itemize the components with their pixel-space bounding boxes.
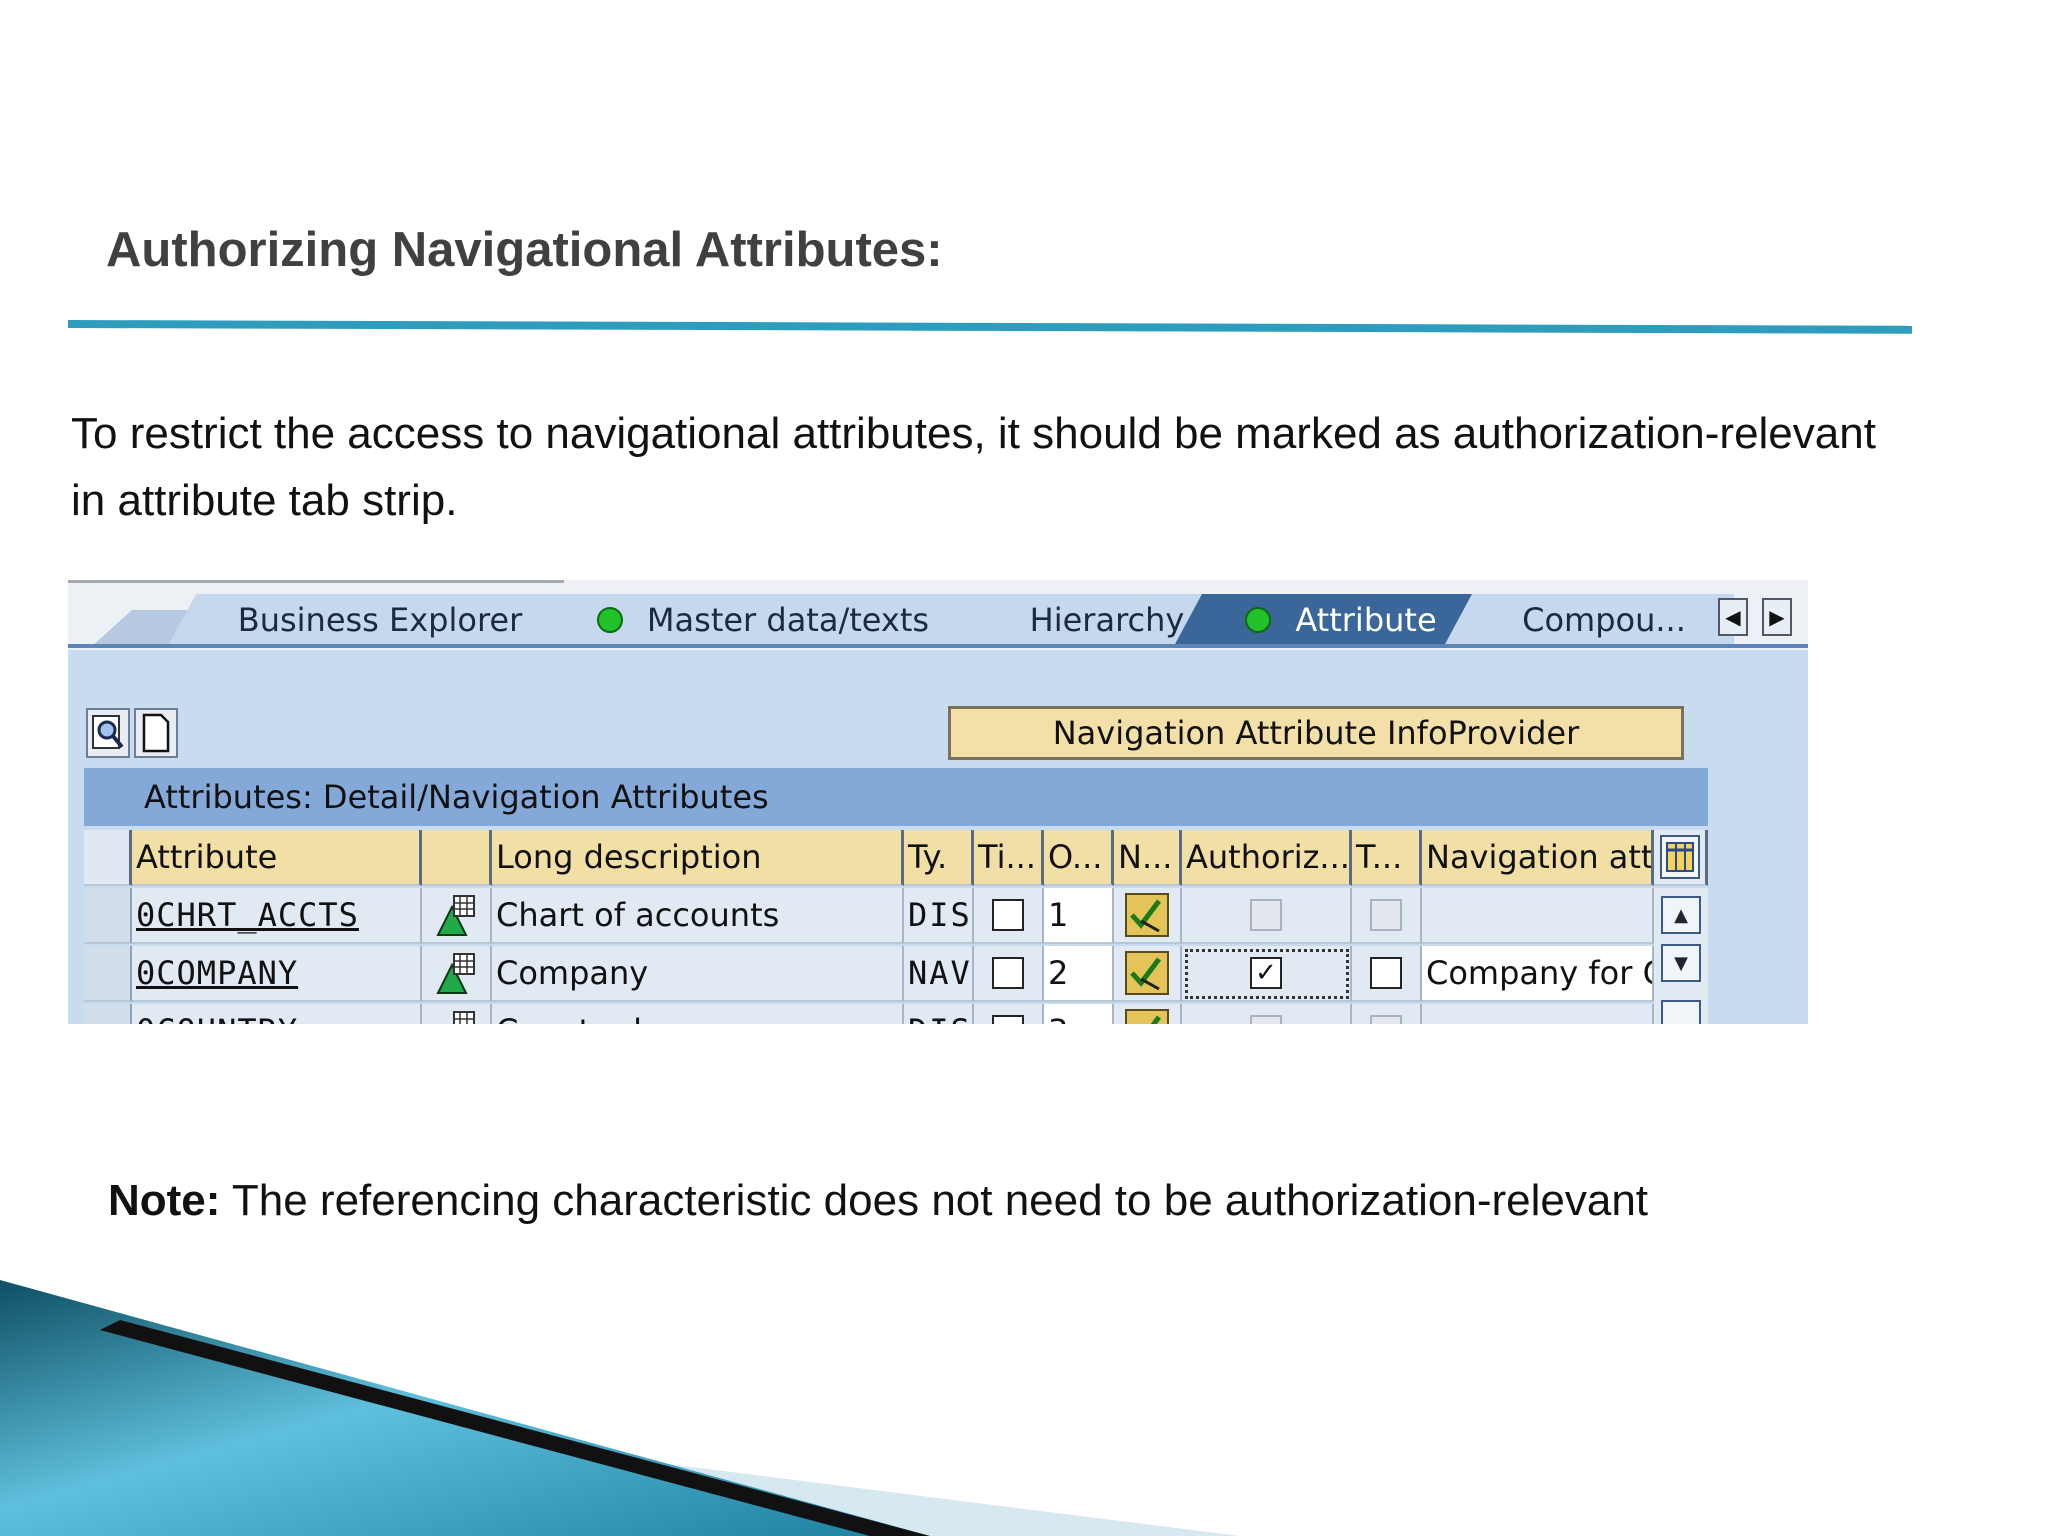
order-field[interactable]: 3 <box>1044 1004 1114 1024</box>
authorization-cell: ✓ <box>1182 946 1352 1002</box>
time-dependent-cell <box>974 888 1044 944</box>
attribute-type: DIS <box>904 888 974 944</box>
title-underline <box>67 320 1913 334</box>
texts-checkbox[interactable] <box>1370 1015 1402 1024</box>
scroll-down-icon[interactable]: ▼ <box>1661 944 1701 982</box>
table-row: 0COMPANY Company NAV 2 ✓ Company for C <box>84 946 1708 1002</box>
texts-checkbox[interactable] <box>1370 957 1402 989</box>
tab-label: Attribute <box>1295 601 1437 639</box>
note-text: The referencing characteristic does not … <box>220 1176 1649 1225</box>
order-field[interactable]: 1 <box>1044 888 1114 944</box>
authorization-cell <box>1182 888 1352 944</box>
column-header-long-description[interactable]: Long description <box>492 830 904 886</box>
table-title-bar: Attributes: Detail/Navigation Attributes <box>84 768 1708 826</box>
status-green-icon <box>596 607 623 633</box>
tab-label: Business Explorer <box>237 601 523 639</box>
table-scrollbar[interactable]: ▲ ▼ <box>1654 888 1708 1024</box>
scroll-up-icon[interactable]: ▲ <box>1661 896 1701 934</box>
authorization-checkbox[interactable] <box>1250 899 1282 931</box>
texts-cell <box>1352 1004 1422 1024</box>
table-row: 0CHRT_ACCTS Chart of accounts DIS 1 <box>84 888 1708 944</box>
row-selector[interactable] <box>84 888 132 944</box>
select-all-cell[interactable] <box>84 830 132 886</box>
long-description: Chart of accounts <box>492 888 904 944</box>
tab-strip-baseline <box>68 644 1808 648</box>
column-header-order[interactable]: O... <box>1044 830 1114 886</box>
tab-label: Master data/texts <box>646 601 930 639</box>
long-description: Company <box>492 946 904 1002</box>
column-header-attribute[interactable]: Attribute <box>132 830 422 886</box>
table-title: Attributes: Detail/Navigation Attributes <box>144 778 769 816</box>
texts-cell <box>1352 946 1422 1002</box>
navigation-cell <box>1114 1004 1182 1024</box>
note-paragraph: Note: The referencing characteristic doe… <box>108 1176 1648 1226</box>
time-dependent-checkbox[interactable] <box>992 899 1024 931</box>
column-settings-icon[interactable] <box>1659 835 1700 879</box>
time-dependent-checkbox[interactable] <box>992 957 1024 989</box>
attribute-link[interactable]: 0COUNTRY <box>132 1004 422 1024</box>
navigation-attribute-infoprovider-button[interactable]: Navigation Attribute InfoProvider <box>948 706 1684 760</box>
navigation-toggle-icon[interactable] <box>1125 951 1169 995</box>
column-header-time-dependent[interactable]: Ti... <box>974 830 1044 886</box>
navigation-toggle-icon[interactable] <box>1125 893 1169 937</box>
navigation-cell <box>1114 888 1182 944</box>
column-header-navigation-attribute[interactable]: Navigation att. <box>1422 830 1654 886</box>
table-row: 0COUNTRY Country key DIS 3 <box>84 1004 1708 1024</box>
time-dependent-checkbox[interactable] <box>992 1015 1024 1024</box>
authorization-checkbox[interactable]: ✓ <box>1250 957 1282 989</box>
navigation-attribute-text[interactable] <box>1422 888 1654 944</box>
navigation-cell <box>1114 946 1182 1002</box>
note-label: Note: <box>108 1176 221 1225</box>
blank-document-icon[interactable] <box>134 708 178 758</box>
tab-label: Hierarchy <box>1029 601 1185 639</box>
slide-title: Authorizing Navigational Attributes: <box>106 223 943 277</box>
characteristic-icon[interactable] <box>422 888 492 944</box>
authorization-checkbox[interactable] <box>1250 1015 1282 1024</box>
attribute-link[interactable]: 0CHRT_ACCTS <box>132 888 422 944</box>
characteristic-icon[interactable] <box>422 946 492 1002</box>
row-selector[interactable] <box>84 946 132 1002</box>
detail-view-icon[interactable] <box>86 708 130 758</box>
tab-master-data-texts[interactable]: Master data/texts <box>528 594 998 646</box>
time-dependent-cell <box>974 1004 1044 1024</box>
navigation-attribute-text[interactable]: Company for C <box>1422 946 1654 1002</box>
order-field[interactable]: 2 <box>1044 946 1114 1002</box>
attribute-type: DIS <box>904 1004 974 1024</box>
time-dependent-cell <box>974 946 1044 1002</box>
column-header-navigation[interactable]: N... <box>1114 830 1182 886</box>
decorative-corner-wedge <box>0 1280 1240 1536</box>
authorization-cell <box>1182 1004 1352 1024</box>
body-paragraph: To restrict the access to navigational a… <box>71 409 1876 525</box>
column-header-authorization[interactable]: Authoriz... <box>1182 830 1352 886</box>
tab-compounding[interactable]: Compou... <box>1444 594 1734 646</box>
long-description: Country key <box>492 1004 904 1024</box>
texts-cell <box>1352 888 1422 944</box>
texts-checkbox[interactable] <box>1370 899 1402 931</box>
attribute-link[interactable]: 0COMPANY <box>132 946 422 1002</box>
table-header-row: Attribute Long description Ty. Ti... O..… <box>84 830 1708 886</box>
tab-business-explorer[interactable]: Business Explorer <box>168 594 592 646</box>
tab-strip: Business Explorer Master data/texts Hier… <box>68 580 1808 650</box>
column-header-type[interactable]: Ty. <box>904 830 974 886</box>
tab-scroll-right-icon[interactable]: ▶ <box>1762 598 1792 636</box>
column-header-texts[interactable]: T... <box>1352 830 1422 886</box>
attribute-type: NAV <box>904 946 974 1002</box>
scroll-track[interactable] <box>1661 1000 1701 1024</box>
sap-attribute-screen: Business Explorer Master data/texts Hier… <box>68 580 1808 1024</box>
column-settings-cell <box>1654 830 1708 886</box>
column-header-icon[interactable] <box>422 830 492 886</box>
tab-scroll-left-icon[interactable]: ◀ <box>1718 598 1748 636</box>
characteristic-icon[interactable] <box>422 1004 492 1024</box>
row-selector[interactable] <box>84 1004 132 1024</box>
tab-strip-top-line <box>68 580 564 583</box>
tab-label: Compou... <box>1522 601 1686 639</box>
navigation-toggle-icon[interactable] <box>1125 1009 1169 1024</box>
status-green-icon <box>1245 607 1272 633</box>
navigation-attribute-text[interactable] <box>1422 1004 1654 1024</box>
